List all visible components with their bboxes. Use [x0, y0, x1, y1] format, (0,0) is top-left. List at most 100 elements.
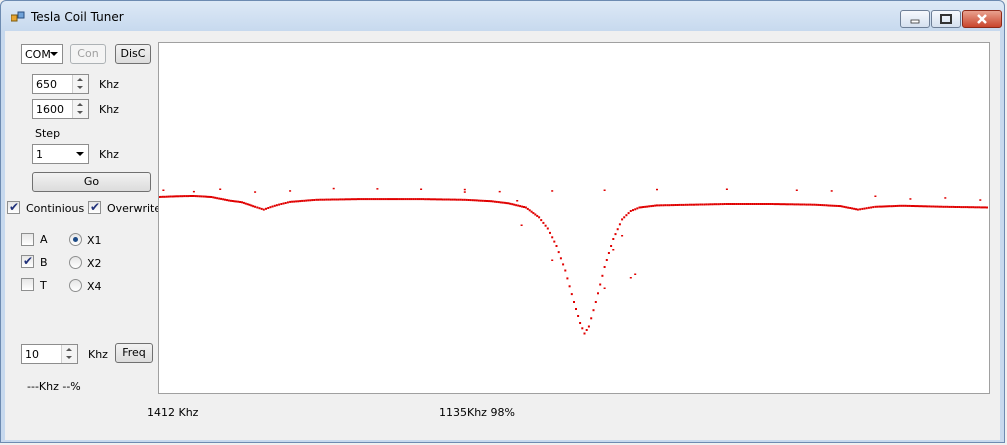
data-point	[777, 203, 780, 206]
data-point	[908, 204, 911, 207]
data-point	[940, 205, 943, 208]
stepper-buttons[interactable]	[61, 345, 77, 363]
data-point	[660, 204, 663, 207]
channel-a-checkbox[interactable]	[21, 233, 34, 246]
arrow-up-icon[interactable]	[77, 78, 83, 81]
data-point	[406, 198, 409, 201]
data-point	[666, 204, 669, 207]
data-point	[265, 207, 267, 210]
data-point	[224, 198, 226, 201]
arrow-up-icon[interactable]	[66, 348, 72, 351]
data-point	[252, 205, 255, 208]
data-point	[171, 195, 174, 198]
data-point	[384, 198, 387, 201]
data-point	[467, 199, 470, 201]
data-point	[372, 198, 375, 201]
continuous-checkbox[interactable]: ✔	[7, 200, 20, 214]
data-point	[219, 188, 222, 190]
data-point	[841, 205, 844, 208]
data-point	[612, 249, 615, 251]
channel-b-checkbox[interactable]: ✔	[21, 254, 34, 268]
data-point	[644, 205, 647, 208]
data-point	[636, 207, 639, 210]
go-button[interactable]: Go	[32, 172, 151, 192]
data-point	[428, 198, 430, 201]
data-point	[664, 204, 667, 207]
channel-t-label: T	[40, 279, 47, 292]
data-point	[349, 198, 351, 201]
data-point	[944, 197, 947, 199]
data-point	[227, 199, 230, 202]
data-point	[612, 238, 615, 240]
arrow-up-icon[interactable]	[77, 103, 83, 106]
data-point	[781, 203, 784, 206]
data-point	[386, 198, 389, 201]
data-point	[793, 203, 796, 206]
data-point	[656, 188, 658, 191]
freq-button[interactable]: Freq	[115, 343, 153, 363]
data-point	[759, 203, 762, 205]
data-point	[513, 203, 516, 206]
data-point	[670, 204, 673, 207]
channel-t-checkbox[interactable]	[21, 278, 34, 291]
data-point	[654, 204, 657, 207]
data-point	[488, 200, 490, 203]
arrow-down-icon[interactable]	[66, 356, 72, 359]
end-freq-stepper[interactable]: 1600	[32, 99, 89, 119]
scale-x2-radio[interactable]	[69, 256, 82, 269]
connect-button[interactable]: Con	[70, 44, 106, 64]
data-point	[218, 197, 221, 200]
data-point	[570, 293, 573, 296]
data-point	[269, 206, 272, 209]
data-point	[498, 190, 501, 193]
data-point	[317, 198, 320, 201]
data-point	[351, 198, 353, 201]
data-point	[910, 205, 913, 207]
data-point	[370, 198, 373, 201]
data-point	[847, 206, 850, 209]
arrow-down-icon[interactable]	[77, 111, 83, 114]
port-select[interactable]: COM	[21, 44, 63, 64]
data-point	[196, 195, 199, 198]
data-point	[880, 205, 883, 208]
stepper-buttons[interactable]	[72, 100, 88, 118]
arrow-down-icon[interactable]	[77, 86, 83, 89]
response-plot[interactable]	[158, 42, 990, 394]
data-point	[162, 189, 165, 191]
maximize-button[interactable]	[931, 10, 961, 28]
data-point	[557, 251, 560, 254]
freq-stepper[interactable]: 10	[21, 344, 78, 364]
stepper-buttons[interactable]	[72, 75, 88, 93]
disconnect-button[interactable]: DisC	[115, 44, 151, 64]
data-point	[459, 198, 462, 201]
title-bar[interactable]: Tesla Coil Tuner	[1, 1, 1004, 31]
data-point	[946, 205, 949, 208]
overwrite-checkbox[interactable]: ✔	[88, 200, 101, 214]
data-point	[353, 198, 355, 201]
data-point	[347, 198, 349, 201]
data-point	[894, 205, 897, 207]
data-point	[235, 200, 238, 203]
data-point	[341, 198, 344, 201]
data-point	[966, 206, 969, 209]
start-freq-stepper[interactable]: 650	[32, 74, 89, 94]
data-point	[331, 198, 334, 201]
data-point	[729, 203, 732, 205]
step-label: Step	[35, 127, 61, 140]
data-point	[315, 198, 318, 201]
minimize-icon	[910, 19, 920, 24]
start-freq-value: 650	[36, 78, 57, 91]
data-point	[528, 209, 531, 212]
close-button[interactable]	[962, 10, 1002, 28]
data-point	[621, 218, 624, 221]
data-point	[886, 205, 889, 208]
step-select[interactable]: 1	[32, 144, 89, 164]
data-point	[699, 203, 702, 206]
data-point	[321, 198, 324, 201]
minimize-button[interactable]	[900, 10, 930, 28]
scale-x4-radio[interactable]	[69, 279, 82, 292]
scale-x1-radio[interactable]	[69, 233, 82, 246]
data-point	[970, 206, 973, 209]
check-icon: ✔	[90, 200, 101, 214]
data-point	[968, 206, 971, 209]
